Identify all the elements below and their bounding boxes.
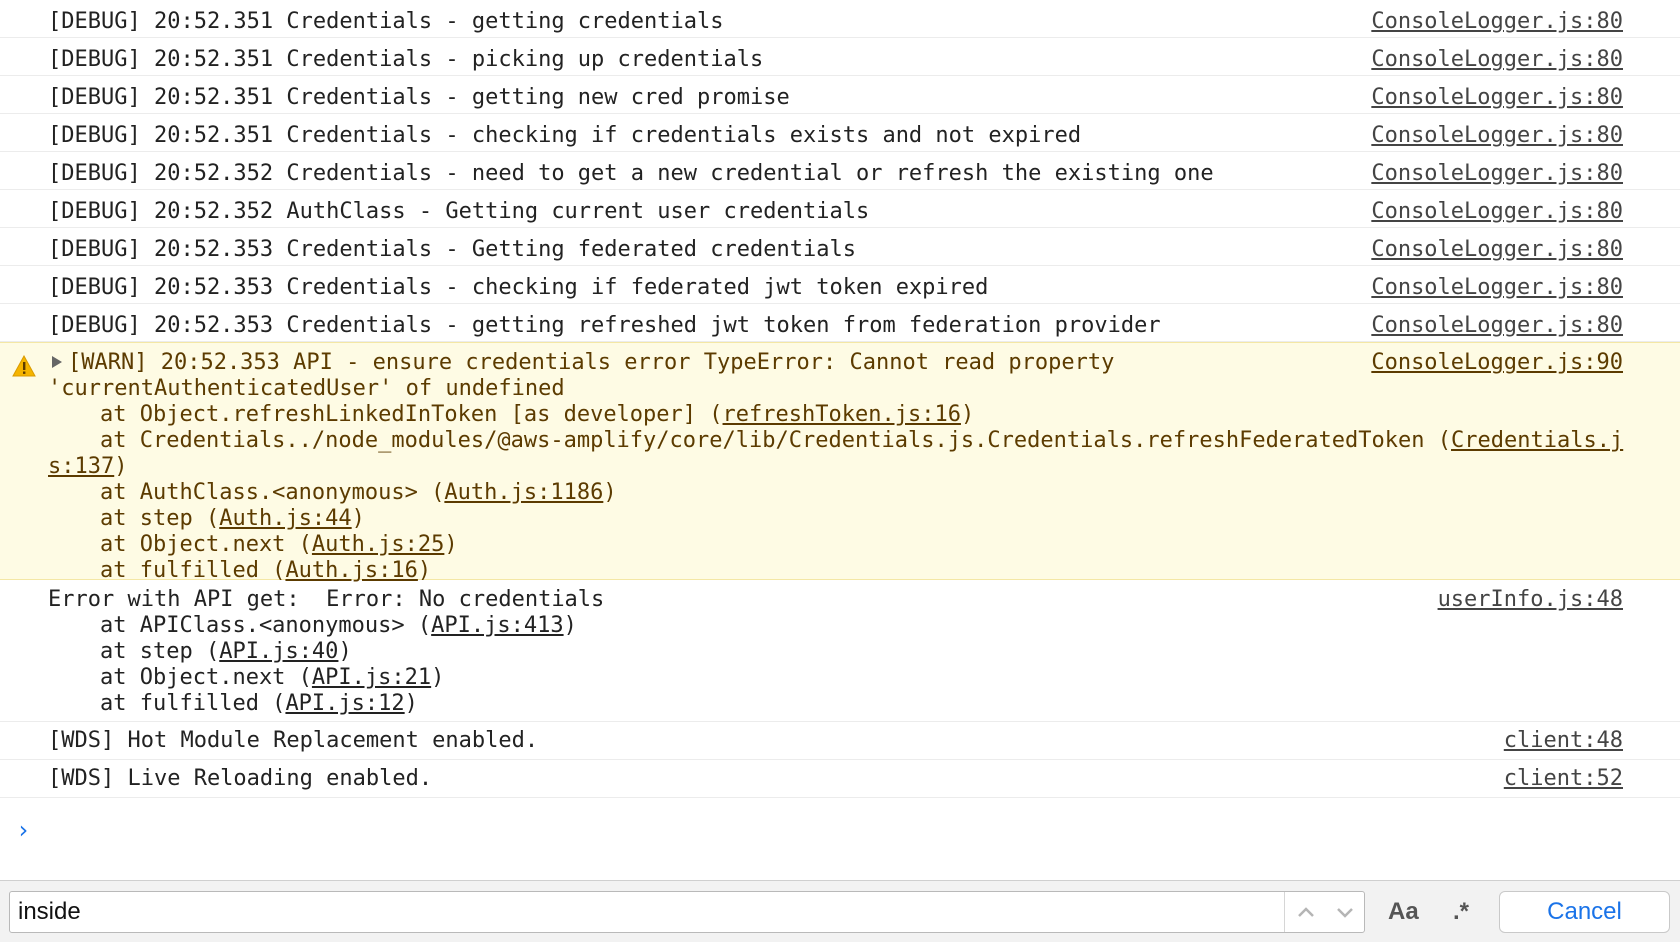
stack-link[interactable]: Auth.js:25: [312, 532, 444, 557]
log-message: [DEBUG] 20:52.353 Credentials - Getting …: [48, 237, 856, 262]
stack-link[interactable]: Auth.js:1186: [444, 480, 603, 505]
log-row: [DEBUG] 20:52.351 Credentials - picking …: [0, 38, 1680, 76]
log-row: [DEBUG] 20:52.351 Credentials - checking…: [0, 114, 1680, 152]
chevron-up-icon[interactable]: [1286, 892, 1326, 932]
warning-row: ConsoleLogger.js:90 [WARN] 20:52.353 API…: [0, 342, 1680, 583]
error-message: Error with API get: Error: No credential…: [48, 587, 605, 612]
chevron-down-icon[interactable]: [1325, 892, 1365, 932]
cancel-button[interactable]: Cancel: [1499, 891, 1670, 933]
stack-frame-wrap: s:137): [48, 454, 128, 479]
log-row: [DEBUG] 20:52.352 AuthClass - Getting cu…: [0, 190, 1680, 228]
log-row: [DEBUG] 20:52.351 Credentials - getting …: [0, 0, 1680, 38]
warning-message: [WARN] 20:52.353 API - ensure credential…: [68, 350, 1115, 375]
log-message: [DEBUG] 20:52.352 AuthClass - Getting cu…: [48, 199, 870, 224]
stack-link[interactable]: Credentials.j: [1451, 428, 1623, 453]
source-link[interactable]: ConsoleLogger.js:80: [1371, 9, 1623, 35]
log-row: [WDS] Live Reloading enabled. client:52: [0, 760, 1680, 798]
source-link[interactable]: client:48: [1504, 728, 1623, 754]
source-link[interactable]: ConsoleLogger.js:80: [1371, 85, 1623, 111]
stack-link[interactable]: API.js:413: [431, 613, 563, 638]
source-link[interactable]: ConsoleLogger.js:80: [1371, 47, 1623, 73]
log-row: [WDS] Hot Module Replacement enabled. cl…: [0, 722, 1680, 760]
stack-link[interactable]: API.js:12: [285, 691, 404, 716]
log-message: [DEBUG] 20:52.351 Credentials - getting …: [48, 85, 790, 110]
source-link[interactable]: client:52: [1504, 766, 1623, 792]
stack-link[interactable]: s:137: [48, 454, 114, 479]
source-link[interactable]: ConsoleLogger.js:80: [1371, 237, 1623, 263]
console-log: [DEBUG] 20:52.351 Credentials - getting …: [0, 0, 1680, 880]
source-link[interactable]: ConsoleLogger.js:80: [1371, 313, 1623, 339]
stack-frame: at fulfilled (API.js:12): [100, 691, 418, 716]
log-row: [DEBUG] 20:52.353 Credentials - Getting …: [0, 228, 1680, 266]
log-row: [DEBUG] 20:52.353 Credentials - getting …: [0, 304, 1680, 342]
expand-triangle-icon[interactable]: [52, 356, 62, 368]
error-row: userInfo.js:48 Error with API get: Error…: [0, 580, 1680, 722]
stack-frame: at step (Auth.js:44): [100, 506, 365, 531]
stack-link[interactable]: API.js:21: [312, 665, 431, 690]
source-link[interactable]: ConsoleLogger.js:80: [1371, 123, 1623, 149]
log-row: [DEBUG] 20:52.352 Credentials - need to …: [0, 152, 1680, 190]
find-input[interactable]: [9, 891, 1365, 933]
nav-divider: [1284, 892, 1285, 932]
stack-frame: at APIClass.<anonymous> (API.js:413): [100, 613, 577, 638]
log-message: [DEBUG] 20:52.351 Credentials - checking…: [48, 123, 1082, 148]
stack-frame: at AuthClass.<anonymous> (Auth.js:1186): [100, 480, 617, 505]
warning-message-cont: 'currentAuthenticatedUser' of undefined: [48, 376, 565, 401]
source-link[interactable]: ConsoleLogger.js:80: [1371, 161, 1623, 187]
stack-frame: at Object.refreshLinkedInToken [as devel…: [100, 402, 975, 427]
source-link[interactable]: ConsoleLogger.js:90: [1371, 350, 1623, 376]
log-message: [WDS] Live Reloading enabled.: [48, 766, 433, 791]
log-message: [DEBUG] 20:52.352 Credentials - need to …: [48, 161, 1214, 186]
log-message: [DEBUG] 20:52.351 Credentials - picking …: [48, 47, 764, 72]
warning-icon: [12, 355, 36, 377]
stack-frame: at step (API.js:40): [100, 639, 352, 664]
console-prompt-icon[interactable]: ›: [16, 816, 30, 844]
find-bar: Aa .* Cancel: [0, 880, 1680, 942]
log-message: [DEBUG] 20:52.353 Credentials - getting …: [48, 313, 1161, 338]
stack-link[interactable]: API.js:40: [219, 639, 338, 664]
match-case-button[interactable]: Aa: [1388, 893, 1419, 931]
log-message: [DEBUG] 20:52.353 Credentials - checking…: [48, 275, 989, 300]
log-message: [WDS] Hot Module Replacement enabled.: [48, 728, 539, 753]
regex-button[interactable]: .*: [1453, 893, 1469, 931]
log-row: [DEBUG] 20:52.351 Credentials - getting …: [0, 76, 1680, 114]
source-link[interactable]: ConsoleLogger.js:80: [1371, 199, 1623, 225]
source-link[interactable]: ConsoleLogger.js:80: [1371, 275, 1623, 301]
log-row: [DEBUG] 20:52.353 Credentials - checking…: [0, 266, 1680, 304]
log-message: [DEBUG] 20:52.351 Credentials - getting …: [48, 9, 724, 34]
stack-link[interactable]: refreshToken.js:16: [723, 402, 961, 427]
stack-frame: at Credentials../node_modules/@aws-ampli…: [100, 428, 1624, 453]
stack-frame: at Object.next (Auth.js:25): [100, 532, 458, 557]
source-link[interactable]: userInfo.js:48: [1438, 587, 1623, 613]
stack-frame: at Object.next (API.js:21): [100, 665, 445, 690]
stack-link[interactable]: Auth.js:44: [219, 506, 351, 531]
